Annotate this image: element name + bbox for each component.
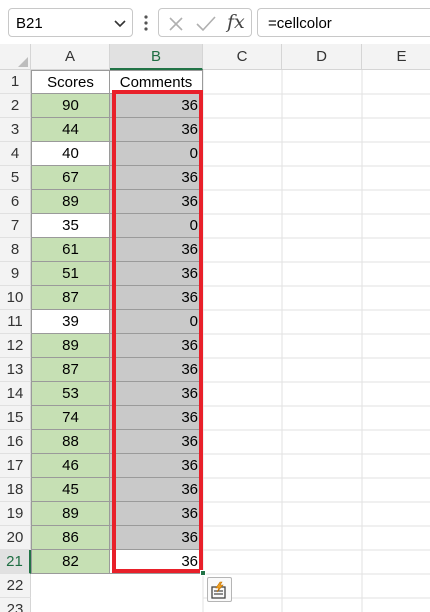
score-cell[interactable]: 90 bbox=[31, 94, 110, 118]
row-header-6[interactable]: 6 bbox=[0, 190, 31, 214]
column-header-c[interactable]: C bbox=[203, 44, 282, 70]
row-header-11[interactable]: 11 bbox=[0, 310, 31, 334]
formula-bar: B21 fx =cellcolor bbox=[0, 0, 430, 44]
row-header-14[interactable]: 14 bbox=[0, 382, 31, 406]
comment-cell[interactable]: 36 bbox=[110, 382, 203, 406]
score-cell[interactable]: 39 bbox=[31, 310, 110, 334]
select-all-button[interactable] bbox=[0, 44, 31, 70]
row-header-18[interactable]: 18 bbox=[0, 478, 31, 502]
score-cell[interactable]: 87 bbox=[31, 358, 110, 382]
comment-cell[interactable]: 36 bbox=[110, 262, 203, 286]
column-header-e[interactable]: E bbox=[362, 44, 430, 70]
checkmark-icon[interactable] bbox=[195, 15, 217, 33]
score-cell[interactable]: 89 bbox=[31, 334, 110, 358]
comment-cell[interactable]: 36 bbox=[110, 454, 203, 478]
comment-cell[interactable]: 0 bbox=[110, 142, 203, 166]
score-cell[interactable]: 89 bbox=[31, 502, 110, 526]
comment-cell[interactable]: 36 bbox=[110, 478, 203, 502]
score-cell[interactable]: 61 bbox=[31, 238, 110, 262]
score-cell[interactable]: 82 bbox=[31, 550, 110, 574]
score-cell[interactable]: 67 bbox=[31, 166, 110, 190]
score-cell[interactable]: 46 bbox=[31, 454, 110, 478]
comment-cell[interactable]: 36 bbox=[110, 334, 203, 358]
comment-cell[interactable]: 36 bbox=[110, 286, 203, 310]
row-header-19[interactable]: 19 bbox=[0, 502, 31, 526]
comment-cell[interactable]: 36 bbox=[110, 118, 203, 142]
comment-cell[interactable]: 36 bbox=[110, 406, 203, 430]
row-header-20[interactable]: 20 bbox=[0, 526, 31, 550]
comment-cell[interactable]: 36 bbox=[110, 190, 203, 214]
header-cell-comments[interactable]: Comments bbox=[110, 70, 203, 94]
row-header-10[interactable]: 10 bbox=[0, 286, 31, 310]
formula-buttons: fx bbox=[158, 8, 252, 37]
comment-cell[interactable]: 36 bbox=[110, 550, 203, 574]
comment-cell[interactable]: 36 bbox=[110, 526, 203, 550]
row-header-22[interactable]: 22 bbox=[0, 574, 31, 598]
score-cell[interactable]: 35 bbox=[31, 214, 110, 238]
row-header-3[interactable]: 3 bbox=[0, 118, 31, 142]
name-box-value: B21 bbox=[16, 15, 43, 32]
comment-cell[interactable]: 36 bbox=[110, 430, 203, 454]
row-header-4[interactable]: 4 bbox=[0, 142, 31, 166]
comment-cell[interactable]: 36 bbox=[110, 166, 203, 190]
quick-analysis-icon bbox=[211, 581, 226, 599]
column-header-b[interactable]: B bbox=[110, 44, 203, 70]
row-header-15[interactable]: 15 bbox=[0, 406, 31, 430]
more-options-icon[interactable] bbox=[144, 14, 148, 32]
row-header-12[interactable]: 12 bbox=[0, 334, 31, 358]
insert-function-button[interactable]: fx bbox=[227, 11, 245, 33]
row-header-2[interactable]: 2 bbox=[0, 94, 31, 118]
formula-input[interactable]: =cellcolor bbox=[257, 8, 430, 37]
score-cell[interactable]: 51 bbox=[31, 262, 110, 286]
name-box[interactable]: B21 bbox=[8, 8, 133, 37]
comment-cell[interactable]: 36 bbox=[110, 502, 203, 526]
header-cell-scores[interactable]: Scores bbox=[31, 70, 110, 94]
quick-analysis-button[interactable] bbox=[207, 577, 232, 602]
fill-handle[interactable] bbox=[200, 570, 206, 576]
column-header-d[interactable]: D bbox=[282, 44, 362, 70]
comment-cell[interactable]: 36 bbox=[110, 358, 203, 382]
row-header-8[interactable]: 8 bbox=[0, 238, 31, 262]
row-header-17[interactable]: 17 bbox=[0, 454, 31, 478]
score-cell[interactable]: 87 bbox=[31, 286, 110, 310]
row-header-13[interactable]: 13 bbox=[0, 358, 31, 382]
comment-cell[interactable]: 36 bbox=[110, 94, 203, 118]
row-header-5[interactable]: 5 bbox=[0, 166, 31, 190]
score-cell[interactable]: 53 bbox=[31, 382, 110, 406]
comment-cell[interactable]: 36 bbox=[110, 238, 203, 262]
comment-cell[interactable]: 0 bbox=[110, 214, 203, 238]
row-header-9[interactable]: 9 bbox=[0, 262, 31, 286]
score-cell[interactable]: 74 bbox=[31, 406, 110, 430]
row-header-1[interactable]: 1 bbox=[0, 70, 31, 94]
row-header-7[interactable]: 7 bbox=[0, 214, 31, 238]
score-cell[interactable]: 88 bbox=[31, 430, 110, 454]
score-cell[interactable]: 44 bbox=[31, 118, 110, 142]
formula-text: =cellcolor bbox=[268, 15, 332, 32]
chevron-down-icon[interactable] bbox=[113, 16, 127, 30]
spreadsheet-grid: A B C D E 1 2 3 4 5 6 7 8 9 10 11 12 13 14 15 16 17 18 19 2… bbox=[0, 44, 430, 612]
row-header-23[interactable]: 23 bbox=[0, 598, 31, 612]
score-cell[interactable]: 40 bbox=[31, 142, 110, 166]
comment-cell[interactable]: 0 bbox=[110, 310, 203, 334]
score-cell[interactable]: 45 bbox=[31, 478, 110, 502]
row-header-21[interactable]: 21 bbox=[0, 550, 31, 574]
close-icon[interactable] bbox=[167, 15, 185, 33]
score-cell[interactable]: 89 bbox=[31, 190, 110, 214]
row-header-16[interactable]: 16 bbox=[0, 430, 31, 454]
column-header-a[interactable]: A bbox=[31, 44, 110, 70]
score-cell[interactable]: 86 bbox=[31, 526, 110, 550]
select-all-triangle-icon bbox=[18, 57, 28, 67]
